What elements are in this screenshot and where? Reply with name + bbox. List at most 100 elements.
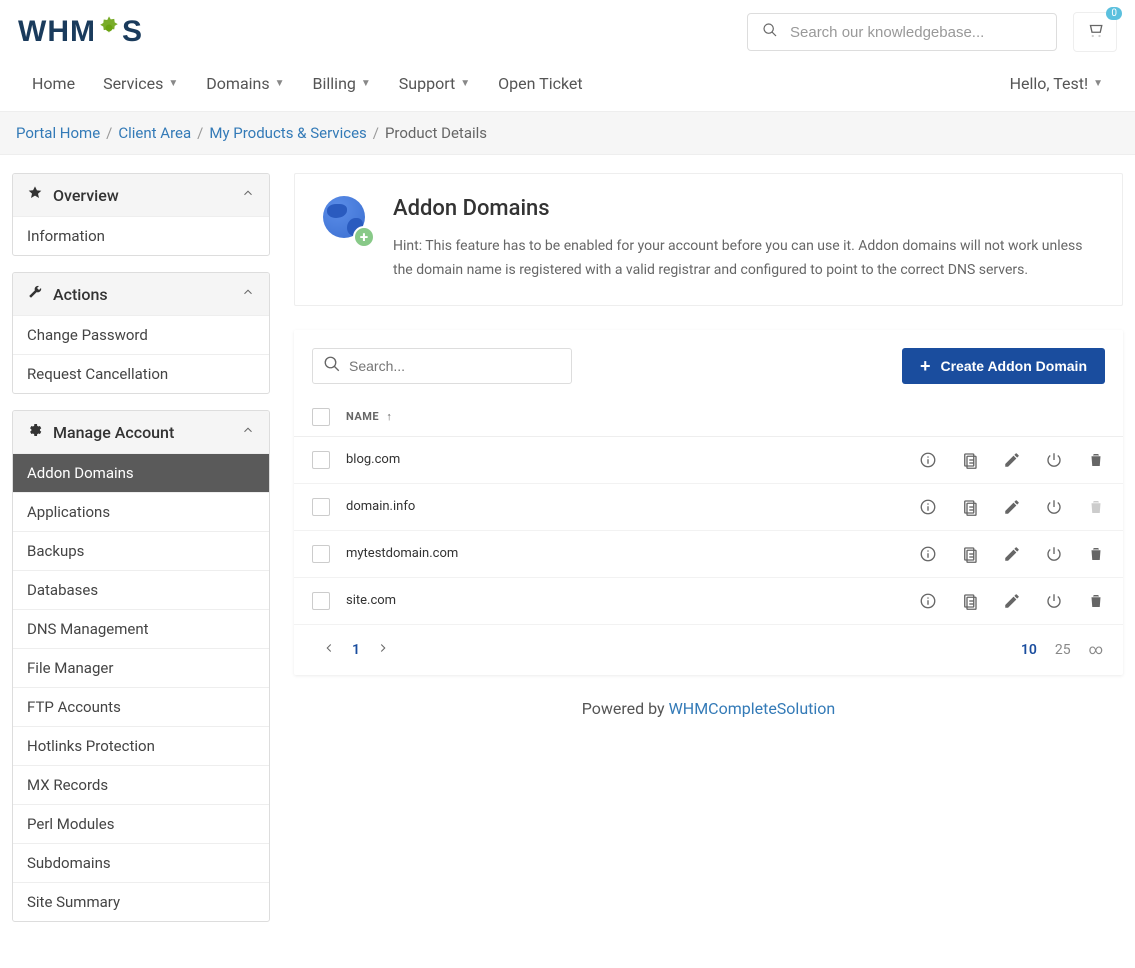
sidebar-overview-panel: Overview Information <box>12 173 270 256</box>
logo[interactable]: WHM S <box>18 14 143 50</box>
logs-icon[interactable] <box>961 592 979 610</box>
search-icon <box>762 22 778 42</box>
sidebar-manage-panel: Manage Account Addon DomainsApplications… <box>12 410 270 922</box>
chevron-down-icon: ▼ <box>361 78 371 89</box>
table-header: NAME ↑ <box>294 398 1123 437</box>
sidebar-manage-toggle[interactable]: Manage Account <box>13 411 269 453</box>
sidebar-actions-toggle[interactable]: Actions <box>13 273 269 315</box>
nav-services[interactable]: Services▼ <box>89 66 192 101</box>
nav-support[interactable]: Support▼ <box>385 66 484 101</box>
sidebar-item-mx-records[interactable]: MX Records <box>13 765 269 804</box>
sidebar-item-addon-domains[interactable]: Addon Domains <box>13 453 269 492</box>
table-row: blog.com <box>294 437 1123 484</box>
edit-icon[interactable] <box>1003 545 1021 563</box>
trash-icon[interactable] <box>1087 498 1105 516</box>
row-checkbox[interactable] <box>312 545 330 563</box>
search-icon <box>323 355 341 377</box>
chevron-down-icon: ▼ <box>168 78 178 89</box>
info-icon[interactable] <box>919 498 937 516</box>
chevron-down-icon: ▼ <box>1093 78 1103 89</box>
plus-icon: + <box>920 359 931 373</box>
page-size[interactable]: ∞ <box>1089 642 1103 658</box>
main-nav: HomeServices▼Domains▼Billing▼Support▼Ope… <box>0 58 1135 112</box>
chevron-up-icon <box>241 423 255 441</box>
power-icon[interactable] <box>1045 592 1063 610</box>
logo-text-pre: WHM <box>18 15 96 49</box>
domains-table-card: + Create Addon Domain NAME ↑ blog.com do… <box>294 330 1123 675</box>
gear-icon <box>95 14 123 50</box>
breadcrumb-link[interactable]: Portal Home <box>16 124 100 142</box>
sidebar-item-hotlinks-protection[interactable]: Hotlinks Protection <box>13 726 269 765</box>
select-all-checkbox[interactable] <box>312 408 330 426</box>
row-domain-name: site.com <box>346 593 919 608</box>
trash-icon[interactable] <box>1087 592 1105 610</box>
kb-search-input[interactable] <box>790 24 1042 41</box>
sidebar-item-ftp-accounts[interactable]: FTP Accounts <box>13 687 269 726</box>
page-size[interactable]: 10 <box>1021 642 1037 658</box>
footer: Powered by WHMCompleteSolution <box>294 675 1123 728</box>
user-menu[interactable]: Hello, Test! ▼ <box>996 66 1117 101</box>
power-icon[interactable] <box>1045 451 1063 469</box>
edit-icon[interactable] <box>1003 498 1021 516</box>
nav-domains[interactable]: Domains▼ <box>192 66 298 101</box>
cart-badge: 0 <box>1106 7 1122 20</box>
column-name[interactable]: NAME ↑ <box>346 410 392 423</box>
table-row: mytestdomain.com <box>294 531 1123 578</box>
sidebar-item-applications[interactable]: Applications <box>13 492 269 531</box>
row-checkbox[interactable] <box>312 592 330 610</box>
sidebar-item-request-cancellation[interactable]: Request Cancellation <box>13 354 269 393</box>
trash-icon[interactable] <box>1087 451 1105 469</box>
page-next[interactable] <box>368 639 398 661</box>
page-prev[interactable] <box>314 639 344 661</box>
info-icon[interactable] <box>919 592 937 610</box>
cart-button[interactable]: 0 <box>1073 12 1117 52</box>
wrench-icon <box>27 284 43 304</box>
nav-open-ticket[interactable]: Open Ticket <box>484 66 596 101</box>
sidebar-item-information[interactable]: Information <box>13 216 269 255</box>
page-hint: Hint: This feature has to be enabled for… <box>393 235 1094 283</box>
edit-icon[interactable] <box>1003 592 1021 610</box>
nav-home[interactable]: Home <box>18 66 89 101</box>
chevron-down-icon: ▼ <box>460 78 470 89</box>
info-icon[interactable] <box>919 545 937 563</box>
table-search-input[interactable] <box>349 358 561 374</box>
sidebar-overview-toggle[interactable]: Overview <box>13 174 269 216</box>
footer-link[interactable]: WHMCompleteSolution <box>669 699 836 718</box>
sidebar-item-subdomains[interactable]: Subdomains <box>13 843 269 882</box>
gear-icon <box>27 422 43 442</box>
sidebar-actions-panel: Actions Change PasswordRequest Cancellat… <box>12 272 270 394</box>
sidebar-item-dns-management[interactable]: DNS Management <box>13 609 269 648</box>
chevron-down-icon: ▼ <box>275 78 285 89</box>
sidebar-item-perl-modules[interactable]: Perl Modules <box>13 804 269 843</box>
table-row: domain.info <box>294 484 1123 531</box>
trash-icon[interactable] <box>1087 545 1105 563</box>
page-number[interactable]: 1 <box>344 640 368 660</box>
logs-icon[interactable] <box>961 498 979 516</box>
row-domain-name: mytestdomain.com <box>346 546 919 561</box>
power-icon[interactable] <box>1045 545 1063 563</box>
table-search[interactable] <box>312 348 572 384</box>
sidebar-item-change-password[interactable]: Change Password <box>13 315 269 354</box>
breadcrumb-link[interactable]: Client Area <box>118 124 191 142</box>
sidebar-item-backups[interactable]: Backups <box>13 531 269 570</box>
plus-badge-icon: + <box>353 226 375 248</box>
breadcrumb-link[interactable]: My Products & Services <box>209 124 366 142</box>
power-icon[interactable] <box>1045 498 1063 516</box>
info-icon[interactable] <box>919 451 937 469</box>
create-addon-domain-button[interactable]: + Create Addon Domain <box>902 348 1105 384</box>
row-checkbox[interactable] <box>312 451 330 469</box>
addon-domains-icon: + <box>323 196 371 244</box>
sidebar-item-databases[interactable]: Databases <box>13 570 269 609</box>
page-size[interactable]: 25 <box>1055 642 1071 658</box>
logs-icon[interactable] <box>961 545 979 563</box>
edit-icon[interactable] <box>1003 451 1021 469</box>
sidebar-item-file-manager[interactable]: File Manager <box>13 648 269 687</box>
nav-billing[interactable]: Billing▼ <box>299 66 385 101</box>
row-checkbox[interactable] <box>312 498 330 516</box>
logo-text-post: S <box>122 15 143 49</box>
page-header-card: + Addon Domains Hint: This feature has t… <box>294 173 1123 306</box>
kb-search[interactable] <box>747 13 1057 51</box>
sidebar-item-site-summary[interactable]: Site Summary <box>13 882 269 921</box>
logs-icon[interactable] <box>961 451 979 469</box>
breadcrumb-current: Product Details <box>385 124 487 142</box>
